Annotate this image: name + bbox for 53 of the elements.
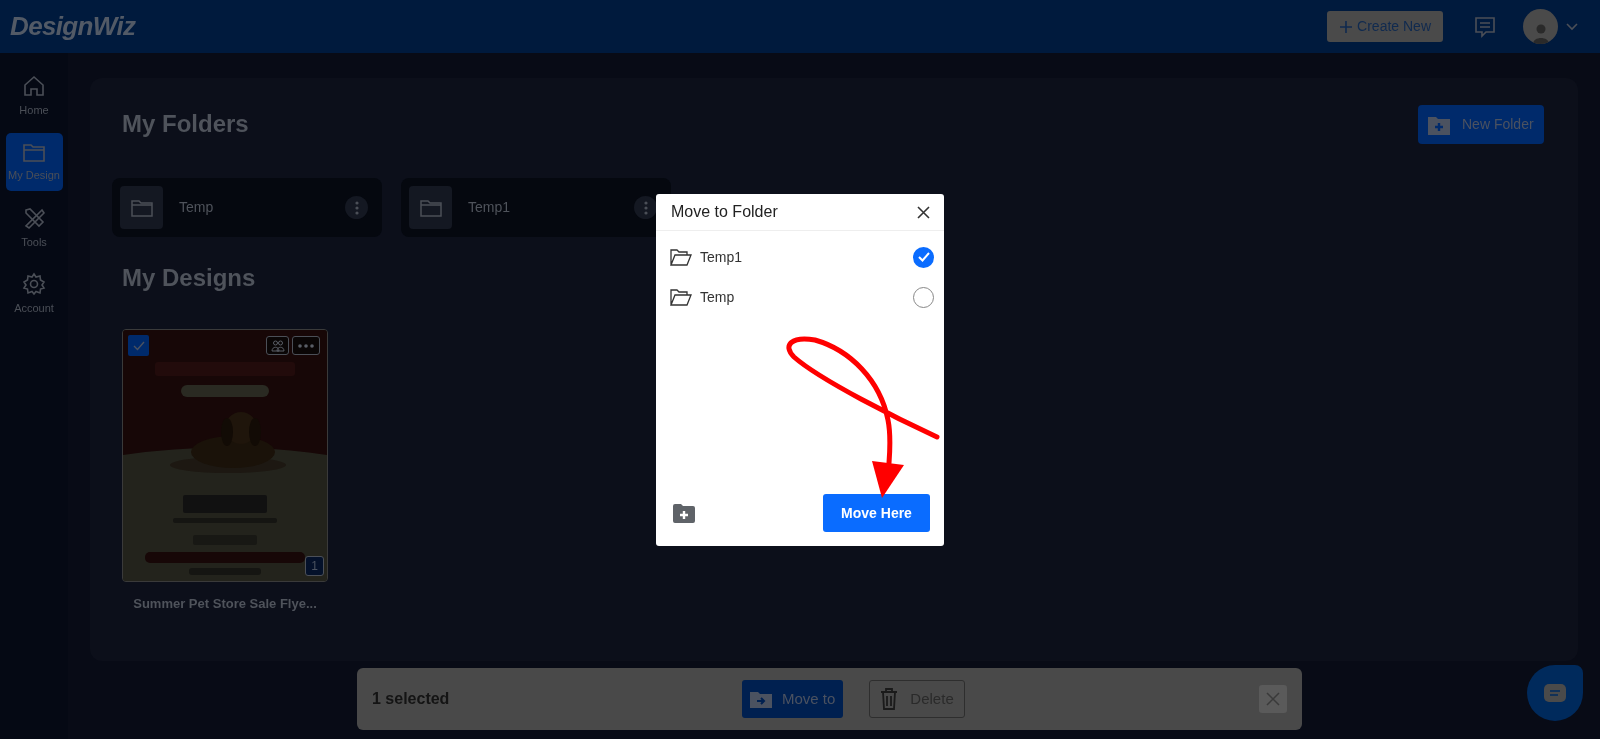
folder-option[interactable]: Temp1 [670,243,934,271]
dialog-title: Move to Folder [671,202,778,222]
pencil-ruler-icon [22,205,46,230]
sidebar-item[interactable]: My Design [5,133,63,191]
new-folder-button[interactable]: New Folder [1418,105,1544,144]
more-options-button[interactable] [634,196,657,219]
trash-icon [880,688,899,710]
folder-card[interactable]: Temp [112,178,382,237]
kebab-icon [643,200,648,215]
sidebar-item[interactable]: Account [5,265,63,323]
folder-name: Temp [179,198,214,217]
check-icon [132,340,145,351]
folder-icon [419,198,442,217]
chevron-down-icon[interactable] [1566,22,1578,31]
open-folder-icon [670,288,692,306]
kebab-icon [354,200,359,215]
section-title: My Folders [122,109,249,139]
close-button[interactable] [914,203,932,221]
avatar[interactable] [1523,9,1558,44]
people-icon [270,339,285,352]
settings-icon [22,271,46,296]
create-new-button[interactable]: Create New [1327,11,1443,42]
comment-icon[interactable] [1473,14,1497,39]
folder-plus-icon [1428,114,1450,135]
folder-arrow-icon [750,690,772,708]
sidebar-item[interactable]: Home [5,67,63,125]
open-folder-icon [670,248,692,266]
app-logo[interactable]: DesignWiz [10,7,136,46]
chat-button[interactable] [1527,665,1583,721]
move-here-button[interactable]: Move Here [823,494,930,532]
close-icon [916,205,930,219]
design-name: Summer Pet Store Sale Flye... [132,595,318,613]
home-icon [22,73,46,98]
plus-icon [1339,19,1354,34]
select-checkbox[interactable] [128,335,149,356]
folder-option-label: Temp1 [700,247,743,267]
check-icon [917,252,930,262]
section-title: My Designs [122,263,256,293]
folder-option[interactable]: Temp [670,283,934,311]
folder-plus-icon[interactable] [673,503,695,523]
folder-option-label: Temp [700,287,735,307]
chat-icon [1544,684,1566,702]
design-thumbnail[interactable]: 1 [122,329,328,582]
folder-icon [130,198,153,217]
share-button[interactable] [266,336,289,355]
folder-card[interactable]: Temp1 [401,178,671,237]
move-to-button[interactable]: Move to [742,680,844,718]
close-icon [1266,692,1280,706]
sidebar-item[interactable]: Tools [5,199,63,257]
page-count-badge: 1 [305,556,324,576]
ellipsis-icon [298,343,314,348]
radio-button[interactable] [913,246,934,268]
folder-name: Temp1 [468,198,511,217]
